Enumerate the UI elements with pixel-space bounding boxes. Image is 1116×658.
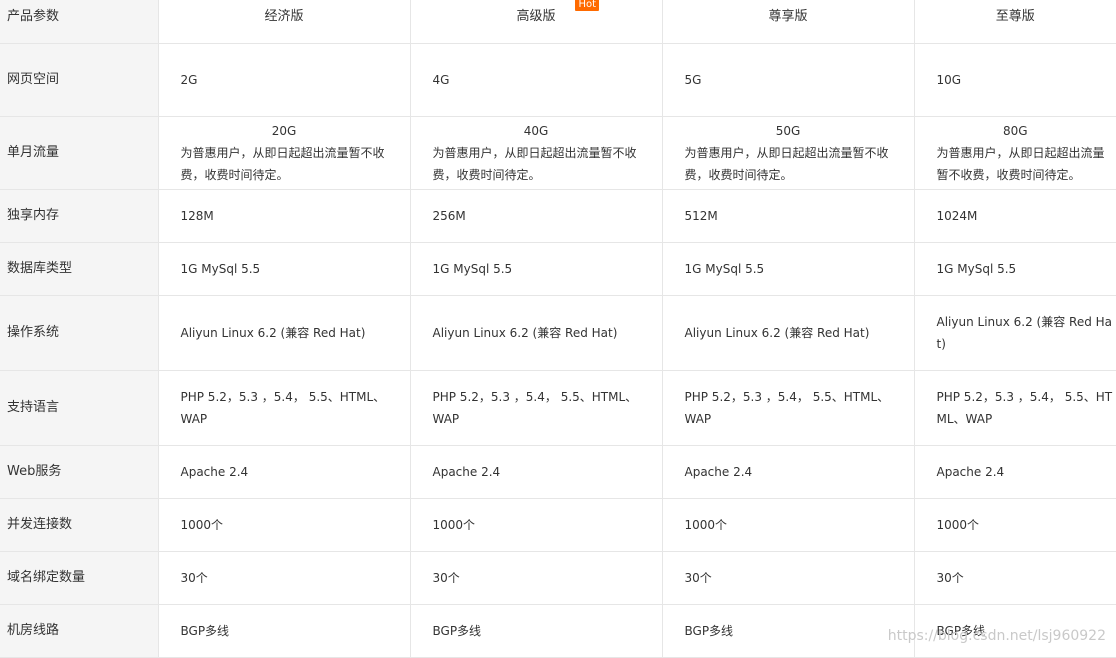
row-label: 并发连接数 <box>0 498 159 552</box>
table-cell: 40G 为普惠用户，从即日起超出流量暂不收 费，收费时间待定。 <box>410 116 663 190</box>
table-cell: 50G 为普惠用户，从即日起超出流量暂不收 费，收费时间待定。 <box>662 116 915 190</box>
table-cell: 1G MySql 5.5 <box>410 242 663 296</box>
row-label: 机房线路 <box>0 604 159 658</box>
table-cell: 128M <box>158 189 411 243</box>
table-cell: 1G MySql 5.5 <box>662 242 915 296</box>
header-label: 产品参数 <box>0 0 159 44</box>
table-row: 操作系统 Aliyun Linux 6.2 (兼容 Red Hat) Aliyu… <box>0 295 1116 371</box>
plan-economy-header: 经济版 <box>158 0 411 44</box>
table-cell: 4G <box>410 43 663 117</box>
table-cell: PHP 5.2，5.3 ，5.4， 5.5、HTML、WAP <box>914 370 1116 446</box>
table-cell: Aliyun Linux 6.2 (兼容 Red Hat) <box>662 295 915 371</box>
row-label: 单月流量 <box>0 116 159 190</box>
row-label: 支持语言 <box>0 370 159 446</box>
table-cell: Aliyun Linux 6.2 (兼容 Red Ha t) <box>914 295 1116 371</box>
table-row: 独享内存 128M 256M 512M 1024M <box>0 189 1116 243</box>
table-cell: BGP多线 <box>410 604 663 658</box>
table-row: 支持语言 PHP 5.2，5.3 ，5.4， 5.5、HTML、 WAP PHP … <box>0 370 1116 446</box>
table-cell: 1G MySql 5.5 <box>158 242 411 296</box>
table-row: 域名绑定数量 30个 30个 30个 30个 <box>0 551 1116 605</box>
table-header-row: 产品参数 经济版 高级版 Hot 尊享版 至尊版 <box>0 0 1116 44</box>
row-label: 域名绑定数量 <box>0 551 159 605</box>
table-cell: PHP 5.2，5.3 ，5.4， 5.5、HTML、WAP <box>158 370 411 446</box>
row-label: 网页空间 <box>0 43 159 117</box>
table-cell: 1000个 <box>914 498 1116 552</box>
row-label: 数据库类型 <box>0 242 159 296</box>
table-cell: 10G <box>914 43 1116 117</box>
table-cell: 1G MySql 5.5 <box>914 242 1116 296</box>
table-row: 单月流量 20G 为普惠用户，从即日起超出流量暂不收 费，收费时间待定。 40G… <box>0 116 1116 190</box>
table-cell: 256M <box>410 189 663 243</box>
table-row: 并发连接数 1000个 1000个 1000个 1000个 <box>0 498 1116 552</box>
table-cell: Apache 2.4 <box>158 445 411 499</box>
table-cell: 30个 <box>410 551 663 605</box>
table-cell: 30个 <box>914 551 1116 605</box>
watermark-text: https://blog.csdn.net/lsj960922 <box>887 628 1106 644</box>
table-cell: BGP多线 <box>662 604 915 658</box>
table-cell: 30个 <box>158 551 411 605</box>
table-cell: BGP多线 <box>158 604 411 658</box>
hot-badge: Hot <box>575 0 600 11</box>
plan-premium-header: 尊享版 <box>662 0 915 44</box>
table-cell: 5G <box>662 43 915 117</box>
table-cell: 1000个 <box>662 498 915 552</box>
table-cell: PHP 5.2，5.3 ，5.4， 5.5、HTML、WAP <box>662 370 915 446</box>
table-row: 数据库类型 1G MySql 5.5 1G MySql 5.5 1G MySql… <box>0 242 1116 296</box>
table-cell: 1024M <box>914 189 1116 243</box>
table-cell: 30个 <box>662 551 915 605</box>
table-cell: 2G <box>158 43 411 117</box>
plan-supreme-header: 至尊版 <box>914 0 1116 44</box>
table-cell: 1000个 <box>158 498 411 552</box>
row-label: 操作系统 <box>0 295 159 371</box>
table-cell: 80G 为普惠用户，从即日起超出流量 暂不收费，收费时间待定。 <box>914 116 1116 190</box>
table-cell: 20G 为普惠用户，从即日起超出流量暂不收 费，收费时间待定。 <box>158 116 411 190</box>
table-row: 网页空间 2G 4G 5G 10G <box>0 43 1116 117</box>
plan-comparison-table: 产品参数 经济版 高级版 Hot 尊享版 至尊版 网页空间 2G 4G 5G 10… <box>0 0 1116 658</box>
row-label: Web服务 <box>0 445 159 499</box>
table-row: Web服务 Apache 2.4 Apache 2.4 Apache 2.4 A… <box>0 445 1116 499</box>
table-cell: Aliyun Linux 6.2 (兼容 Red Hat) <box>410 295 663 371</box>
table-cell: 512M <box>662 189 915 243</box>
plan-advanced-header: 高级版 Hot <box>410 0 663 44</box>
table-cell: Apache 2.4 <box>914 445 1116 499</box>
table-cell: 1000个 <box>410 498 663 552</box>
table-cell: Aliyun Linux 6.2 (兼容 Red Hat) <box>158 295 411 371</box>
table-cell: PHP 5.2，5.3 ，5.4， 5.5、HTML、WAP <box>410 370 663 446</box>
table-cell: Apache 2.4 <box>662 445 915 499</box>
table-cell: Apache 2.4 <box>410 445 663 499</box>
row-label: 独享内存 <box>0 189 159 243</box>
